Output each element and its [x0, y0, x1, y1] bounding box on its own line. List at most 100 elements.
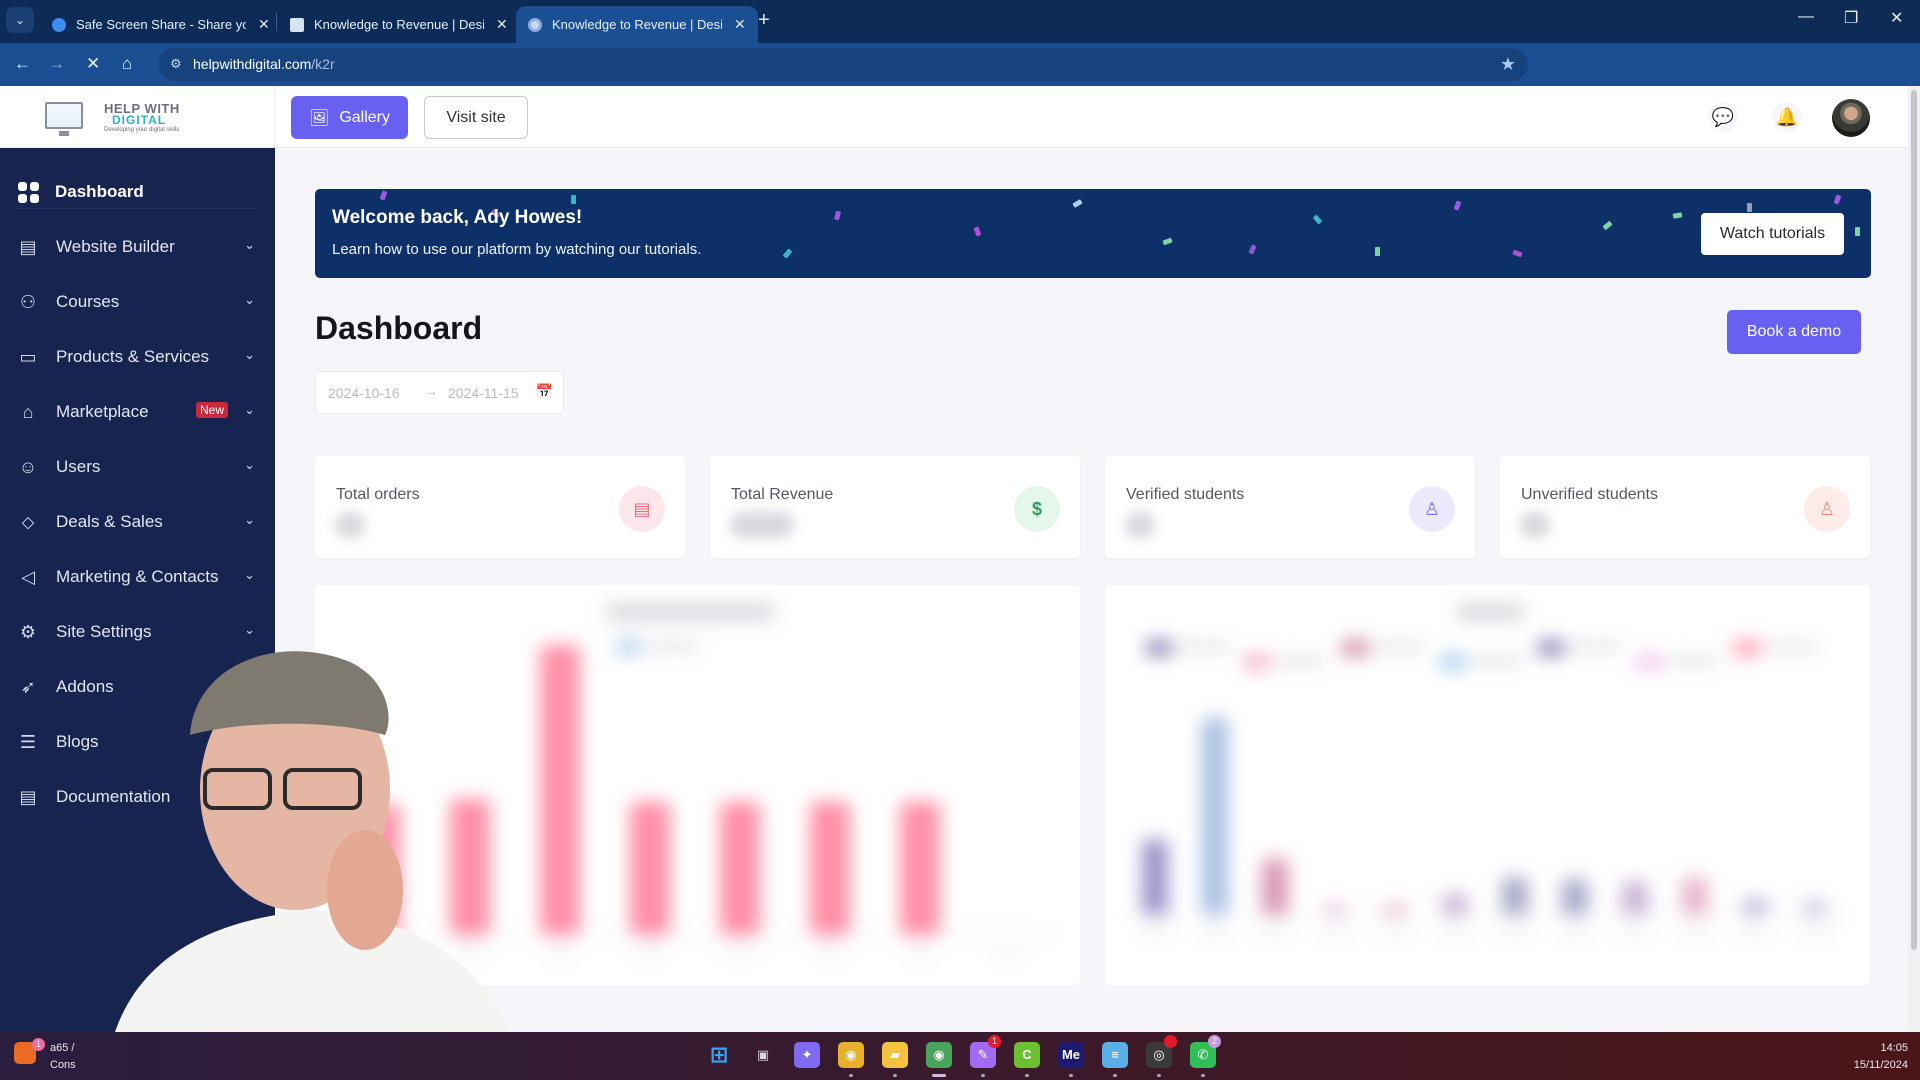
tab-title: Safe Screen Share - Share your	[76, 17, 246, 32]
book-demo-button[interactable]: Book a demo	[1727, 310, 1861, 354]
tab-search-button[interactable]: ⌄	[6, 7, 34, 33]
close-tab-icon[interactable]: ✕	[734, 16, 746, 33]
sidebar-item-products-services[interactable]: ▭ Products & Services ⌄	[0, 335, 275, 379]
stat-card-unverified-students: Unverified students 0 ♙	[1500, 456, 1870, 558]
date-range-picker[interactable]: 2024-10-16 → 2024-11-15 📅	[315, 371, 564, 414]
system-clock[interactable]: 14:05 15/11/2024	[1854, 1040, 1908, 1074]
sidebar-item-marketing-contacts[interactable]: ◁ Marketing & Contacts ⌄	[0, 555, 275, 599]
x-tick-label	[1381, 929, 1409, 937]
taskbar-file-explorer-icon[interactable]: ▰	[882, 1042, 908, 1068]
sidebar-item-deals-sales[interactable]: ⬦ Deals & Sales ⌄	[0, 500, 275, 544]
start-date-input[interactable]: 2024-10-16	[328, 385, 400, 401]
browser-tab-1[interactable]: Safe Screen Share - Share your ✕	[40, 6, 282, 43]
chart-bar	[810, 801, 850, 935]
notification-bell-icon[interactable]: 🔔	[1772, 102, 1802, 132]
calendar-icon[interactable]: 📅	[536, 383, 553, 400]
site-info-icon[interactable]: ⚙	[170, 56, 182, 72]
logo[interactable]: HELP WITH DIGITAL Developing your digita…	[0, 86, 275, 148]
visit-site-button[interactable]: Visit site	[424, 96, 528, 139]
chevron-down-icon[interactable]: ⌄	[244, 292, 255, 308]
bookmark-star-icon[interactable]: ★	[1500, 54, 1516, 75]
clock-time: 14:05	[1880, 1042, 1908, 1054]
sidebar-item-courses[interactable]: ⚇ Courses ⌄	[0, 280, 275, 324]
new-tab-button[interactable]: +	[758, 9, 770, 32]
box-icon: ▭	[19, 347, 37, 367]
chat-icon[interactable]: 💬	[1708, 102, 1738, 132]
x-tick-label	[726, 949, 754, 957]
sidebar-item-website-builder[interactable]: ▤ Website Builder ⌄	[0, 225, 275, 269]
close-window-button[interactable]: ✕	[1890, 8, 1903, 28]
x-tick-label	[1561, 929, 1589, 937]
tray-text-line2: Cons	[50, 1059, 76, 1071]
tray-text-line1: a65 /	[50, 1042, 75, 1054]
watch-tutorials-button[interactable]: Watch tutorials	[1701, 213, 1844, 255]
address-bar[interactable]: ⚙ helpwithdigital.com/k2r ★	[158, 48, 1528, 81]
taskbar-start-icon[interactable]: ⊞	[706, 1042, 732, 1068]
legend-label	[1473, 656, 1523, 666]
legend-label	[1277, 656, 1327, 666]
students-bar-chart	[1125, 603, 1845, 937]
webcam-overlay	[105, 651, 525, 1080]
stat-card-verified-students: Verified students 0 ♙	[1105, 456, 1475, 558]
scrollbar-thumb[interactable]	[1911, 90, 1917, 950]
sidebar-item-users[interactable]: ☺ Users ⌄	[0, 445, 275, 489]
close-tab-icon[interactable]: ✕	[496, 16, 508, 33]
chart-bar	[720, 801, 760, 935]
gallery-button[interactable]: 🖼 Gallery	[291, 96, 408, 139]
chart-bar	[1202, 717, 1228, 915]
gallery-label: Gallery	[339, 108, 390, 126]
chevron-down-icon[interactable]: ⌄	[244, 402, 255, 418]
back-button[interactable]: ←	[14, 54, 31, 74]
chevron-down-icon[interactable]: ⌄	[244, 512, 255, 528]
taskbar-media-encoder-icon[interactable]: Me	[1058, 1042, 1084, 1068]
url-text[interactable]: helpwithdigital.com/k2r	[193, 56, 335, 72]
page-scrollbar[interactable]	[1908, 86, 1920, 1032]
chevron-down-icon[interactable]: ⌄	[244, 237, 255, 253]
stop-loading-button[interactable]: ✕	[86, 54, 100, 74]
sidebar-item-marketplace[interactable]: ⌂ Marketplace New ⌄	[0, 390, 275, 434]
tab-divider	[276, 13, 277, 31]
taskbar-chrome-icon[interactable]: ◉	[838, 1042, 864, 1068]
running-indicator	[1113, 1074, 1117, 1077]
chart-bar	[1742, 898, 1768, 915]
taskbar-notification-badge: 2	[1208, 1035, 1221, 1048]
forward-button[interactable]: →	[48, 54, 65, 74]
tab-title: Knowledge to Revenue | Design	[552, 17, 722, 32]
chevron-down-icon[interactable]: ⌄	[244, 457, 255, 473]
verified-student-icon: ♙	[1409, 486, 1455, 532]
confetti-decoration	[1375, 247, 1380, 256]
legend-label	[649, 641, 699, 651]
chart-bar	[1682, 877, 1708, 915]
taskbar-copilot-icon[interactable]: ✦	[794, 1042, 820, 1068]
confetti-decoration	[1312, 214, 1323, 225]
home-button[interactable]: ⌂	[122, 54, 132, 74]
taskbar-camtasia-icon[interactable]: C	[1014, 1042, 1040, 1068]
x-tick-label	[1501, 929, 1529, 937]
chart-bar	[1142, 839, 1168, 915]
browser-tab-3-active[interactable]: Knowledge to Revenue | Design ✕	[516, 6, 758, 43]
page-title: Dashboard	[315, 310, 483, 346]
running-indicator	[893, 1074, 897, 1077]
taskbar-notepad-icon[interactable]: ≡	[1102, 1042, 1128, 1068]
legend-label	[1375, 642, 1425, 652]
tray-badge: 1	[32, 1038, 45, 1051]
chevron-down-icon[interactable]: ⌄	[244, 347, 255, 363]
taskbar-chrome-active-icon[interactable]: ◉	[926, 1042, 952, 1068]
legend-label	[1571, 642, 1621, 652]
logo-text-line2: DIGITAL	[112, 113, 167, 127]
webcam-hand	[327, 830, 403, 950]
stat-card-total-revenue: Total Revenue $0.00 $	[710, 456, 1080, 558]
stat-label: Total orders	[336, 486, 420, 503]
chevron-down-icon[interactable]: ⌄	[244, 567, 255, 583]
x-tick-label	[546, 949, 574, 957]
end-date-input[interactable]: 2024-11-15	[448, 385, 519, 401]
close-tab-icon[interactable]: ✕	[258, 16, 270, 33]
minimize-button[interactable]: —	[1798, 8, 1814, 26]
user-avatar[interactable]	[1832, 99, 1870, 137]
taskbar-task-view-icon[interactable]: ▣	[750, 1042, 776, 1068]
restore-button[interactable]: ❐	[1844, 8, 1858, 28]
safe-screen-share-favicon-icon	[52, 17, 66, 32]
chevron-down-icon[interactable]: ⌄	[244, 622, 255, 638]
browser-tab-2[interactable]: Knowledge to Revenue | Design ✕	[278, 6, 520, 43]
website-builder-icon: ▤	[19, 237, 37, 257]
